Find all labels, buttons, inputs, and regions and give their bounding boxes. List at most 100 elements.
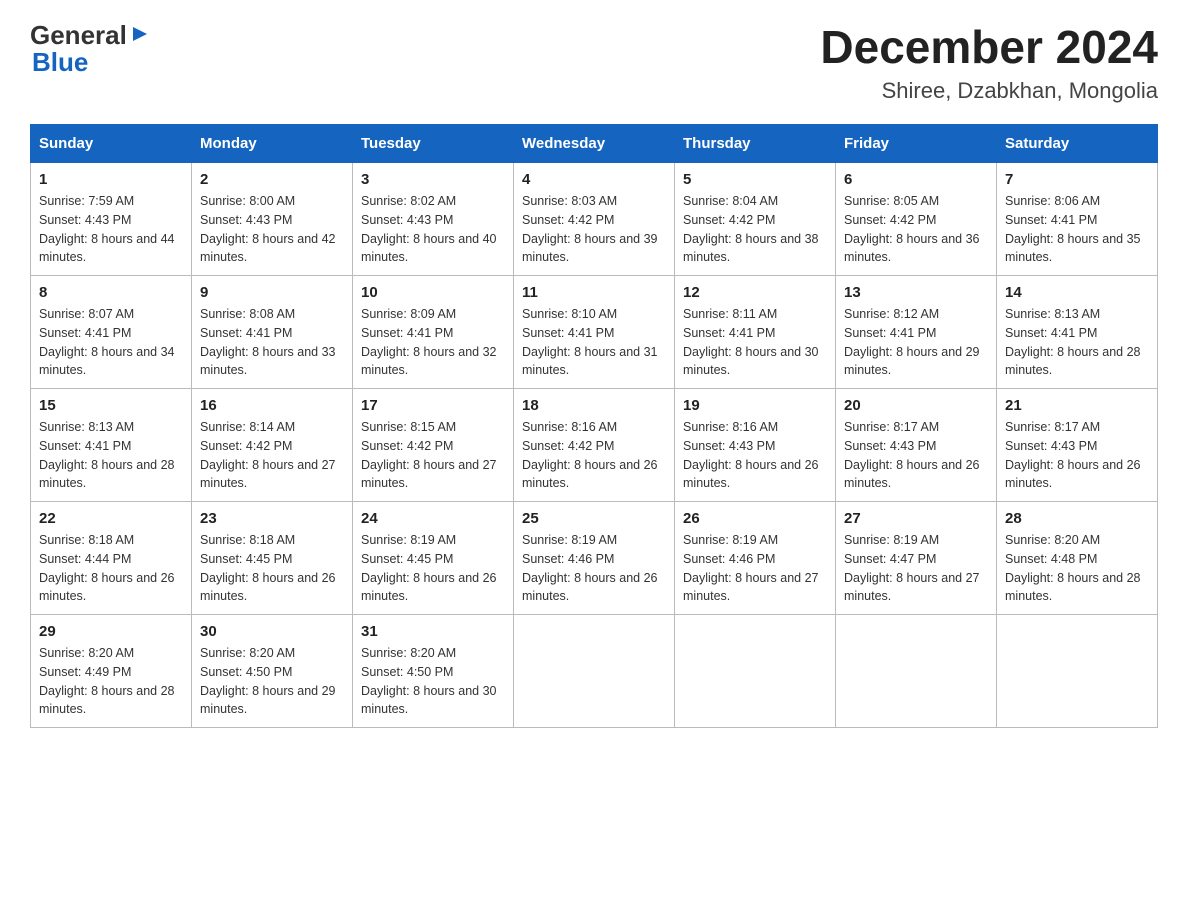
calendar-cell: 14 Sunrise: 8:13 AMSunset: 4:41 PMDaylig… [997,276,1158,389]
day-number: 10 [361,284,505,301]
calendar-cell: 3 Sunrise: 8:02 AMSunset: 4:43 PMDayligh… [353,163,514,276]
day-number: 13 [844,284,988,301]
calendar-cell: 22 Sunrise: 8:18 AMSunset: 4:44 PMDaylig… [31,502,192,615]
day-number: 16 [200,397,344,414]
day-number: 5 [683,171,827,188]
day-number: 15 [39,397,183,414]
day-info: Sunrise: 8:19 AMSunset: 4:46 PMDaylight:… [683,533,819,603]
day-info: Sunrise: 8:00 AMSunset: 4:43 PMDaylight:… [200,194,336,264]
calendar-week-row: 29 Sunrise: 8:20 AMSunset: 4:49 PMDaylig… [31,615,1158,728]
day-info: Sunrise: 8:11 AMSunset: 4:41 PMDaylight:… [683,307,819,377]
calendar-header-row: SundayMondayTuesdayWednesdayThursdayFrid… [31,125,1158,163]
day-number: 9 [200,284,344,301]
day-number: 22 [39,510,183,527]
calendar-title: December 2024 [820,20,1158,74]
col-header-wednesday: Wednesday [514,125,675,163]
day-info: Sunrise: 8:19 AMSunset: 4:46 PMDaylight:… [522,533,658,603]
calendar-cell: 1 Sunrise: 7:59 AMSunset: 4:43 PMDayligh… [31,163,192,276]
day-number: 14 [1005,284,1149,301]
calendar-cell: 16 Sunrise: 8:14 AMSunset: 4:42 PMDaylig… [192,389,353,502]
day-info: Sunrise: 8:09 AMSunset: 4:41 PMDaylight:… [361,307,497,377]
calendar-cell: 23 Sunrise: 8:18 AMSunset: 4:45 PMDaylig… [192,502,353,615]
day-info: Sunrise: 8:20 AMSunset: 4:50 PMDaylight:… [361,646,497,716]
day-number: 17 [361,397,505,414]
day-info: Sunrise: 8:12 AMSunset: 4:41 PMDaylight:… [844,307,980,377]
day-info: Sunrise: 8:16 AMSunset: 4:43 PMDaylight:… [683,420,819,490]
day-info: Sunrise: 8:07 AMSunset: 4:41 PMDaylight:… [39,307,175,377]
col-header-sunday: Sunday [31,125,192,163]
calendar-cell: 6 Sunrise: 8:05 AMSunset: 4:42 PMDayligh… [836,163,997,276]
day-number: 19 [683,397,827,414]
calendar-cell: 26 Sunrise: 8:19 AMSunset: 4:46 PMDaylig… [675,502,836,615]
calendar-cell: 8 Sunrise: 8:07 AMSunset: 4:41 PMDayligh… [31,276,192,389]
day-number: 6 [844,171,988,188]
day-info: Sunrise: 8:08 AMSunset: 4:41 PMDaylight:… [200,307,336,377]
day-info: Sunrise: 8:10 AMSunset: 4:41 PMDaylight:… [522,307,658,377]
calendar-cell: 24 Sunrise: 8:19 AMSunset: 4:45 PMDaylig… [353,502,514,615]
day-info: Sunrise: 8:20 AMSunset: 4:50 PMDaylight:… [200,646,336,716]
day-info: Sunrise: 8:05 AMSunset: 4:42 PMDaylight:… [844,194,980,264]
day-number: 21 [1005,397,1149,414]
day-number: 20 [844,397,988,414]
calendar-cell: 20 Sunrise: 8:17 AMSunset: 4:43 PMDaylig… [836,389,997,502]
calendar-cell: 21 Sunrise: 8:17 AMSunset: 4:43 PMDaylig… [997,389,1158,502]
calendar-week-row: 1 Sunrise: 7:59 AMSunset: 4:43 PMDayligh… [31,163,1158,276]
calendar-table: SundayMondayTuesdayWednesdayThursdayFrid… [30,124,1158,728]
col-header-saturday: Saturday [997,125,1158,163]
calendar-cell: 9 Sunrise: 8:08 AMSunset: 4:41 PMDayligh… [192,276,353,389]
day-info: Sunrise: 8:13 AMSunset: 4:41 PMDaylight:… [1005,307,1141,377]
calendar-cell: 11 Sunrise: 8:10 AMSunset: 4:41 PMDaylig… [514,276,675,389]
day-info: Sunrise: 8:02 AMSunset: 4:43 PMDaylight:… [361,194,497,264]
day-number: 28 [1005,510,1149,527]
calendar-subtitle: Shiree, Dzabkhan, Mongolia [820,78,1158,104]
day-info: Sunrise: 7:59 AMSunset: 4:43 PMDaylight:… [39,194,175,264]
day-info: Sunrise: 8:17 AMSunset: 4:43 PMDaylight:… [1005,420,1141,490]
day-number: 31 [361,623,505,640]
day-number: 3 [361,171,505,188]
day-info: Sunrise: 8:16 AMSunset: 4:42 PMDaylight:… [522,420,658,490]
day-info: Sunrise: 8:18 AMSunset: 4:44 PMDaylight:… [39,533,175,603]
calendar-cell: 5 Sunrise: 8:04 AMSunset: 4:42 PMDayligh… [675,163,836,276]
calendar-cell: 17 Sunrise: 8:15 AMSunset: 4:42 PMDaylig… [353,389,514,502]
day-info: Sunrise: 8:19 AMSunset: 4:45 PMDaylight:… [361,533,497,603]
calendar-cell: 27 Sunrise: 8:19 AMSunset: 4:47 PMDaylig… [836,502,997,615]
day-number: 18 [522,397,666,414]
col-header-monday: Monday [192,125,353,163]
calendar-week-row: 22 Sunrise: 8:18 AMSunset: 4:44 PMDaylig… [31,502,1158,615]
day-info: Sunrise: 8:04 AMSunset: 4:42 PMDaylight:… [683,194,819,264]
day-number: 25 [522,510,666,527]
calendar-cell: 12 Sunrise: 8:11 AMSunset: 4:41 PMDaylig… [675,276,836,389]
day-info: Sunrise: 8:17 AMSunset: 4:43 PMDaylight:… [844,420,980,490]
calendar-week-row: 8 Sunrise: 8:07 AMSunset: 4:41 PMDayligh… [31,276,1158,389]
calendar-cell: 15 Sunrise: 8:13 AMSunset: 4:41 PMDaylig… [31,389,192,502]
day-info: Sunrise: 8:13 AMSunset: 4:41 PMDaylight:… [39,420,175,490]
day-info: Sunrise: 8:06 AMSunset: 4:41 PMDaylight:… [1005,194,1141,264]
day-number: 7 [1005,171,1149,188]
calendar-cell [514,615,675,728]
calendar-cell: 2 Sunrise: 8:00 AMSunset: 4:43 PMDayligh… [192,163,353,276]
logo-text-blue: Blue [30,47,88,78]
calendar-cell: 4 Sunrise: 8:03 AMSunset: 4:42 PMDayligh… [514,163,675,276]
calendar-cell: 29 Sunrise: 8:20 AMSunset: 4:49 PMDaylig… [31,615,192,728]
day-number: 23 [200,510,344,527]
logo: General Blue [30,20,151,78]
calendar-cell: 13 Sunrise: 8:12 AMSunset: 4:41 PMDaylig… [836,276,997,389]
calendar-week-row: 15 Sunrise: 8:13 AMSunset: 4:41 PMDaylig… [31,389,1158,502]
day-info: Sunrise: 8:18 AMSunset: 4:45 PMDaylight:… [200,533,336,603]
title-block: December 2024 Shiree, Dzabkhan, Mongolia [820,20,1158,104]
calendar-cell: 7 Sunrise: 8:06 AMSunset: 4:41 PMDayligh… [997,163,1158,276]
day-number: 27 [844,510,988,527]
calendar-cell: 25 Sunrise: 8:19 AMSunset: 4:46 PMDaylig… [514,502,675,615]
day-number: 12 [683,284,827,301]
calendar-cell: 31 Sunrise: 8:20 AMSunset: 4:50 PMDaylig… [353,615,514,728]
day-number: 11 [522,284,666,301]
day-number: 30 [200,623,344,640]
calendar-cell: 10 Sunrise: 8:09 AMSunset: 4:41 PMDaylig… [353,276,514,389]
calendar-cell: 28 Sunrise: 8:20 AMSunset: 4:48 PMDaylig… [997,502,1158,615]
day-info: Sunrise: 8:20 AMSunset: 4:48 PMDaylight:… [1005,533,1141,603]
day-number: 2 [200,171,344,188]
calendar-cell: 18 Sunrise: 8:16 AMSunset: 4:42 PMDaylig… [514,389,675,502]
day-info: Sunrise: 8:03 AMSunset: 4:42 PMDaylight:… [522,194,658,264]
col-header-friday: Friday [836,125,997,163]
day-number: 24 [361,510,505,527]
